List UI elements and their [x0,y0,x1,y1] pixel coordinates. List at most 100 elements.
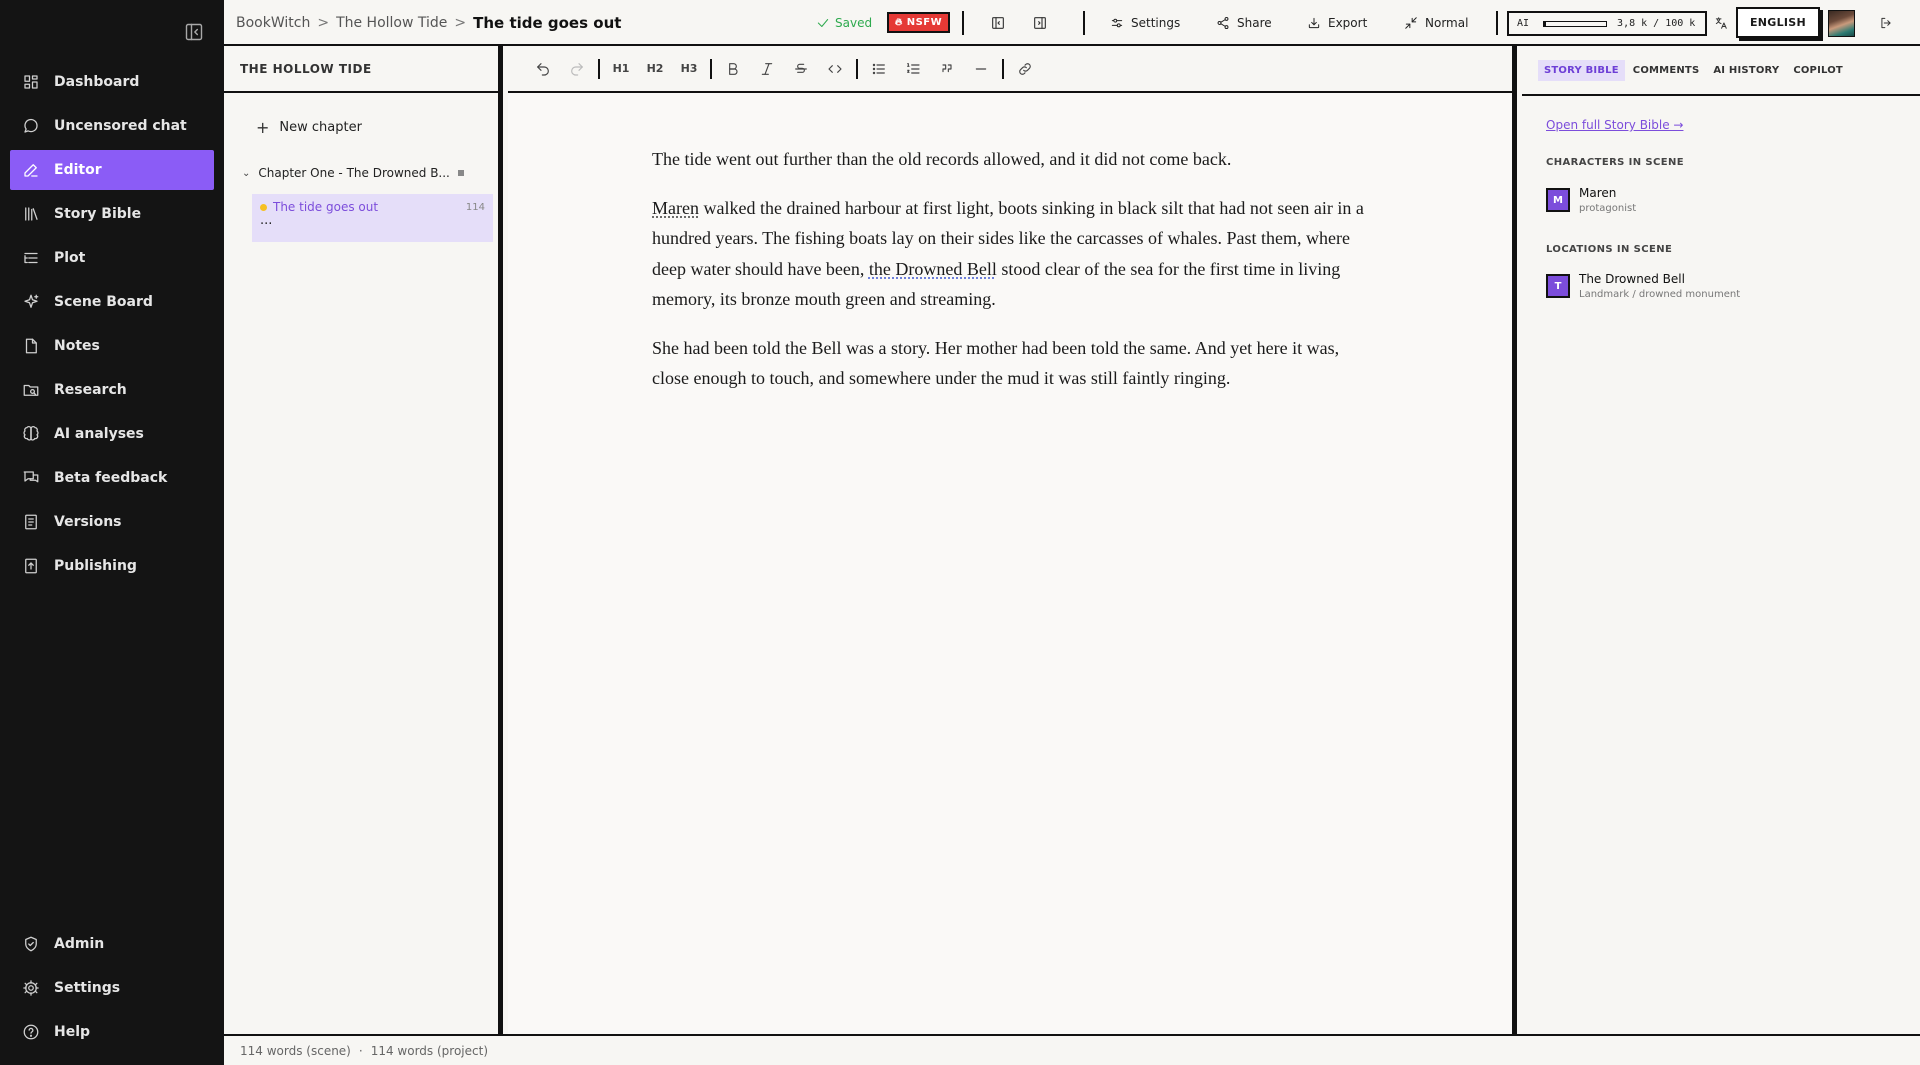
manuscript-text[interactable]: The tide went out further than the old r… [652,144,1372,412]
sidebar-item-story-bible[interactable]: Story Bible [10,194,214,234]
character-avatar: M [1546,188,1570,212]
sidebar-item-versions[interactable]: Versions [10,502,214,542]
saved-label: Saved [835,16,873,30]
outline-panel: THE HOLLOW TIDE + New chapter ⌄ Chapter … [224,46,503,1034]
language-selector[interactable]: ENGLISH [1736,7,1820,38]
pencil-icon [22,161,42,179]
sparkle-icon [22,293,42,311]
sliders-icon [1110,16,1124,30]
location-card[interactable]: T The Drowned Bell Landmark / drowned mo… [1546,272,1740,300]
toolbar-divider [856,58,858,79]
toolbar-divider [962,11,964,35]
sidebar-item-admin[interactable]: Admin [10,924,214,964]
tab-story-bible[interactable]: STORY BIBLE [1538,59,1625,81]
ai-usage-meter: AI 3,8 k / 100 k [1507,11,1707,36]
character-mention[interactable]: Maren [652,198,699,218]
heading-1-button[interactable]: H1 [604,62,638,75]
translate-icon[interactable] [1714,0,1728,46]
main-sidebar: Dashboard Uncensored chat Editor Story Bibl… [0,0,224,1065]
document-lines-icon [22,513,42,531]
sidebar-item-dashboard[interactable]: Dashboard [10,62,214,102]
sidebar-item-editor[interactable]: Editor [10,150,214,190]
export-button[interactable]: Export [1307,0,1367,46]
heading-2-button[interactable]: H2 [638,62,672,75]
tab-ai-history[interactable]: AI HISTORY [1707,60,1785,81]
collapse-sidebar-icon[interactable] [183,21,205,43]
grid-icon [22,73,42,91]
location-mention[interactable]: the Drowned Bell [869,259,997,279]
sidebar-item-scene-board[interactable]: Scene Board [10,282,214,322]
manuscript-paragraph[interactable]: Maren walked the drained harbour at firs… [652,193,1372,315]
italic-icon[interactable] [750,61,784,77]
logout-icon[interactable] [1879,0,1893,46]
sidebar-item-beta-feedback[interactable]: Beta feedback [10,458,214,498]
toolbar-divider [1496,11,1498,35]
sidebar-item-settings[interactable]: Settings [10,968,214,1008]
link-icon[interactable] [1008,61,1042,77]
new-chapter-button[interactable]: + New chapter [256,118,362,137]
location-type: Landmark / drowned monument [1579,289,1741,300]
sidebar-item-label: Settings [54,980,121,996]
chevron-down-icon[interactable]: ⌄ [242,168,250,179]
open-story-bible-link[interactable]: Open full Story Bible → [1546,118,1683,132]
sidebar-item-label: Editor [54,162,102,178]
sidebar-item-uncensored-chat[interactable]: Uncensored chat [10,106,214,146]
tab-copilot[interactable]: COPILOT [1787,60,1849,81]
library-icon [22,205,42,223]
sidebar-item-label: Plot [54,250,86,266]
heading-3-button[interactable]: H3 [672,62,706,75]
nsfw-toggle[interactable]: 🔥︎ NSFW [887,12,950,33]
sidebar-item-label: Publishing [54,558,137,574]
breadcrumb-root[interactable]: BookWitch [236,15,310,31]
strikethrough-icon[interactable] [784,61,818,77]
chapter-title: Chapter One - The Drowned B... [258,166,450,180]
toggle-left-panel-icon[interactable] [990,0,1006,46]
view-mode-button[interactable]: Normal [1404,0,1468,46]
chapter-status-marker [457,170,464,176]
download-icon [1307,16,1321,30]
horizontal-rule-icon[interactable] [964,61,998,77]
characters-heading: CHARACTERS IN SCENE [1546,157,1685,168]
sidebar-item-ai-analyses[interactable]: AI analyses [10,414,214,454]
bullet-list-icon[interactable] [862,61,896,77]
ordered-list-icon[interactable] [896,61,930,77]
bold-icon[interactable] [716,61,750,77]
format-toolbar: H1 H2 H3 [508,46,1512,93]
ai-usage-bar-fill [1544,21,1547,26]
undo-icon[interactable] [526,61,560,77]
sidebar-item-label: Notes [54,338,100,354]
sidebar-item-label: Scene Board [54,294,153,310]
context-panel: STORY BIBLE COMMENTS AI HISTORY COPILOT Ope… [1522,46,1920,1034]
language-label: ENGLISH [1749,16,1807,29]
sidebar-item-publishing[interactable]: Publishing [10,546,214,586]
chapter-item[interactable]: ⌄ Chapter One - The Drowned B... [242,166,464,180]
redo-icon[interactable] [560,61,594,77]
location-name: The Drowned Bell [1579,272,1685,286]
folder-search-icon [22,381,42,399]
sidebar-item-research[interactable]: Research [10,370,214,410]
brain-icon [22,425,42,443]
ai-usage-bar [1543,20,1608,27]
tab-comments[interactable]: COMMENTS [1627,60,1706,81]
sidebar-item-label: Admin [54,936,105,952]
sidebar-item-plot[interactable]: Plot [10,238,214,278]
code-icon[interactable] [818,61,852,77]
user-avatar[interactable] [1828,10,1855,37]
share-button[interactable]: Share [1216,0,1272,46]
scene-item-active[interactable]: The tide goes out 114 ... [252,194,493,242]
settings-button[interactable]: Settings [1110,0,1180,46]
toggle-right-panel-icon[interactable] [1032,0,1048,46]
breadcrumb-project[interactable]: The Hollow Tide [336,15,447,31]
breadcrumb-separator: > [454,15,467,31]
sidebar-item-notes[interactable]: Notes [10,326,214,366]
check-icon [816,16,835,30]
sidebar-item-help[interactable]: Help [10,1012,214,1052]
sidebar-nav-bottom: Admin Settings Help [10,924,214,1056]
character-card[interactable]: M Maren protagonist [1546,186,1636,214]
settings-label: Settings [1131,16,1181,30]
manuscript-paragraph[interactable]: The tide went out further than the old r… [652,144,1372,175]
scene-word-total: 114 words (scene) [240,1043,351,1058]
editor-panel: H1 H2 H3 The tide went out further than … [508,46,1517,1034]
blockquote-icon[interactable] [930,61,964,77]
manuscript-paragraph[interactable]: She had been told the Bell was a story. … [652,333,1372,394]
